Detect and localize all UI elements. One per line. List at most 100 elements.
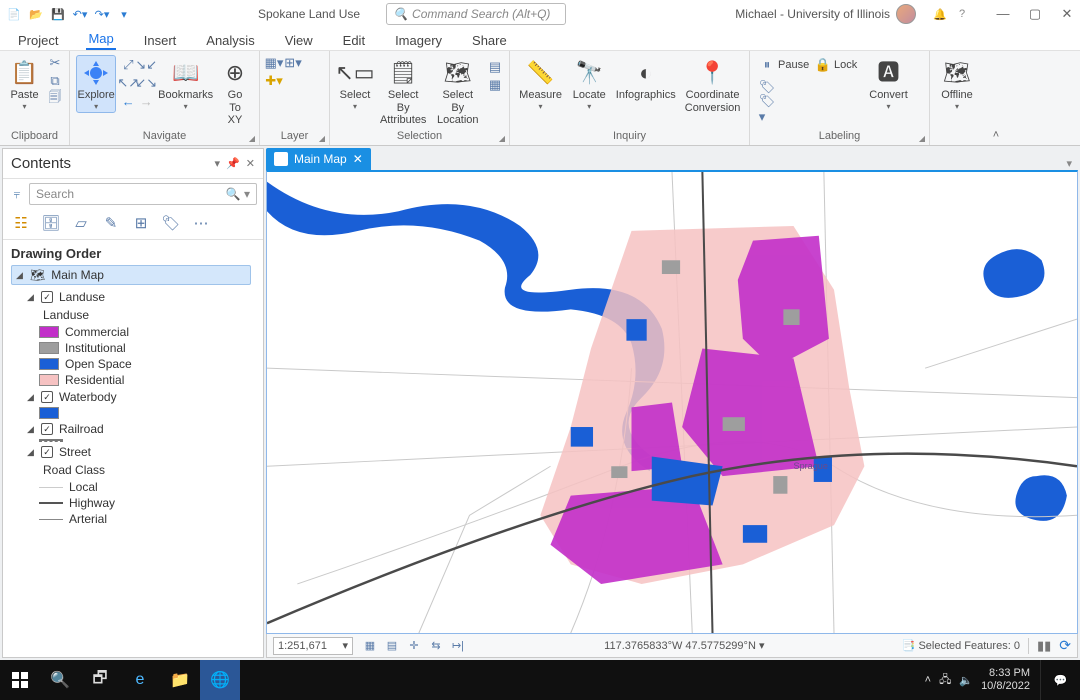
list-selection-icon[interactable]: ▱ [71,213,91,233]
corrections-icon[interactable]: ⇆ [427,637,445,655]
snapping-icon[interactable]: ✛ [405,637,423,655]
contents-pin-icon[interactable]: 📌 [226,157,240,170]
tab-project[interactable]: Project [16,31,60,50]
toc-layer-railroad[interactable]: ◢ Railroad [23,420,261,438]
tab-edit[interactable]: Edit [341,31,367,50]
contents-search-input[interactable]: Search 🔍 ▾ [29,183,257,205]
gotoxy-button[interactable]: ⊕ Go To XY [217,55,253,129]
list-snapping-icon[interactable]: ⊞ [131,213,151,233]
dialog-launcher-icon[interactable]: ◢ [319,134,325,143]
bookmarks-button[interactable]: 📖 Bookmarks ▾ [158,55,213,113]
taskbar-arcgis-icon[interactable]: 🌐 [200,660,240,700]
fixed-zoomin-icon[interactable]: ↘↙ [138,57,154,73]
back-icon[interactable]: ← [120,93,136,109]
taskbar-clock[interactable]: 8:33 PM 10/8/2022 [981,667,1030,692]
tray-up-icon[interactable]: ˄ [925,674,931,686]
tab-imagery[interactable]: Imagery [393,31,444,50]
copy-icon[interactable]: ⧉ [47,73,63,89]
copypath-icon[interactable]: 🗐 [47,91,63,107]
add-data-icon[interactable]: ⊞▾ [285,55,301,71]
checkbox[interactable] [41,423,53,435]
full-extent-icon[interactable]: ⤢ [120,57,136,73]
prev-extent-icon[interactable]: ↖↗ [120,75,136,91]
infographics-button[interactable]: ◐ Infographics [613,55,678,104]
qat-open-icon[interactable]: 📂 [28,6,44,22]
list-more-icon[interactable]: ⋯ [191,213,211,233]
tab-share[interactable]: Share [470,31,509,50]
pause-draw-icon[interactable]: ▮▮ [1037,638,1051,654]
qat-save-icon[interactable]: 💾 [50,6,66,22]
dialog-launcher-icon[interactable]: ◢ [919,134,925,143]
toc-layer-landuse[interactable]: ◢ Landuse [23,288,261,306]
ribbon-collapse-button[interactable]: ˄ [986,51,1006,145]
checkbox[interactable] [41,291,53,303]
toc-map-node[interactable]: ◢ 🗺 Main Map [11,265,251,285]
contents-close-icon[interactable]: ✕ [246,157,255,170]
taskbar-ie-icon[interactable]: e [120,660,160,700]
cut-icon[interactable]: ✂ [47,55,63,71]
toc-tree[interactable]: ◢ 🗺 Main Map ◢ Landuse Landuse Commercia… [3,265,263,657]
offline-button[interactable]: 🗺 Offline ▾ [936,55,978,113]
filter-icon[interactable]: ⫧ [9,187,25,202]
add-preset-icon[interactable]: ✚▾ [266,73,282,89]
taskbar-explorer-icon[interactable]: 📁 [160,660,200,700]
qat-redo-icon[interactable]: ↷▾ [94,6,110,22]
list-drawing-order-icon[interactable]: ☷ [11,213,31,233]
coordinates-readout[interactable]: 117.3765833°W 47.5775299°N ▾ [475,639,894,652]
locate-button[interactable]: 🔭 Locate ▾ [569,55,609,113]
map-options-button[interactable]: ▾ [1060,157,1078,170]
start-button[interactable] [0,660,40,700]
expand-icon[interactable]: ◢ [27,424,37,435]
map-canvas[interactable]: Sprague [266,170,1078,634]
tab-map[interactable]: Map [86,29,115,50]
grid-icon[interactable]: ▤ [383,637,401,655]
tab-view[interactable]: View [283,31,315,50]
dynamic-icon[interactable]: ↦| [449,637,467,655]
tray-network-icon[interactable]: 🖧 [939,671,951,690]
checkbox[interactable] [41,446,53,458]
tray-volume-icon[interactable]: 🔈 [959,674,973,687]
qat-undo-icon[interactable]: ↶▾ [72,6,88,22]
window-restore-button[interactable]: ▢ [1028,6,1042,22]
list-labeling-icon[interactable]: 🏷 [161,213,181,233]
basemap-icon[interactable]: ▦▾ [266,55,282,71]
select-by-attributes-button[interactable]: 🗒 Select By Attributes [378,55,429,129]
system-tray[interactable]: ˄ 🖧 🔈 8:33 PM 10/8/2022 [915,667,1040,692]
window-minimize-button[interactable]: — [996,6,1010,22]
window-close-button[interactable]: ✕ [1060,6,1074,22]
close-icon[interactable]: ✕ [353,152,363,166]
expand-icon[interactable]: ◢ [27,392,37,403]
notifications-icon[interactable]: 🔔 [932,6,948,22]
clear-selection-icon[interactable]: ▦ [487,77,503,93]
constraints-icon[interactable]: ▦ [361,637,379,655]
expand-icon[interactable]: ◢ [27,292,37,303]
lock-labeling-button[interactable]: 🔒Lock [812,55,860,75]
convert-labels-button[interactable]: 🅰 Convert ▾ [864,55,913,113]
user-display[interactable]: Michael - University of Illinois [735,4,916,24]
map-tab[interactable]: Main Map ✕ [266,148,371,170]
qat-new-icon[interactable]: 📄 [6,6,22,22]
select-by-location-button[interactable]: 🗺 Select By Location [432,55,483,129]
action-center-icon[interactable]: 💬 [1040,660,1080,700]
dialog-launcher-icon[interactable]: ◢ [499,134,505,143]
qat-more-icon[interactable]: ▾ [116,6,132,22]
taskbar-taskview-icon[interactable]: 🗗 [80,660,120,700]
explore-button[interactable]: Explore ▾ [76,55,116,113]
refresh-icon[interactable]: ⟳ [1059,637,1071,654]
list-editing-icon[interactable]: ✎ [101,213,121,233]
selected-count-label[interactable]: 📑 Selected Features: 0 [902,639,1020,652]
fixed-zoomout-icon[interactable]: ↙↘ [138,75,154,91]
measure-button[interactable]: 📏 Measure ▾ [516,55,565,113]
more-labeling-button[interactable]: 🏷▾ [756,99,848,119]
coordinate-conversion-button[interactable]: 📍 Coordinate Conversion [682,55,743,116]
contents-options-icon[interactable]: ▾ [215,157,221,170]
attribute-table-icon[interactable]: ▤ [487,59,503,75]
scale-input[interactable]: 1:251,671 ▾ [273,637,353,655]
dialog-launcher-icon[interactable]: ◢ [249,134,255,143]
toc-layer-street[interactable]: ◢ Street [23,443,261,461]
expand-icon[interactable]: ◢ [16,270,26,281]
forward-icon[interactable]: → [138,93,154,109]
checkbox[interactable] [41,391,53,403]
select-button[interactable]: ↖▭ Select ▾ [336,55,374,113]
paste-button[interactable]: 📋 Paste ▾ [6,55,43,113]
